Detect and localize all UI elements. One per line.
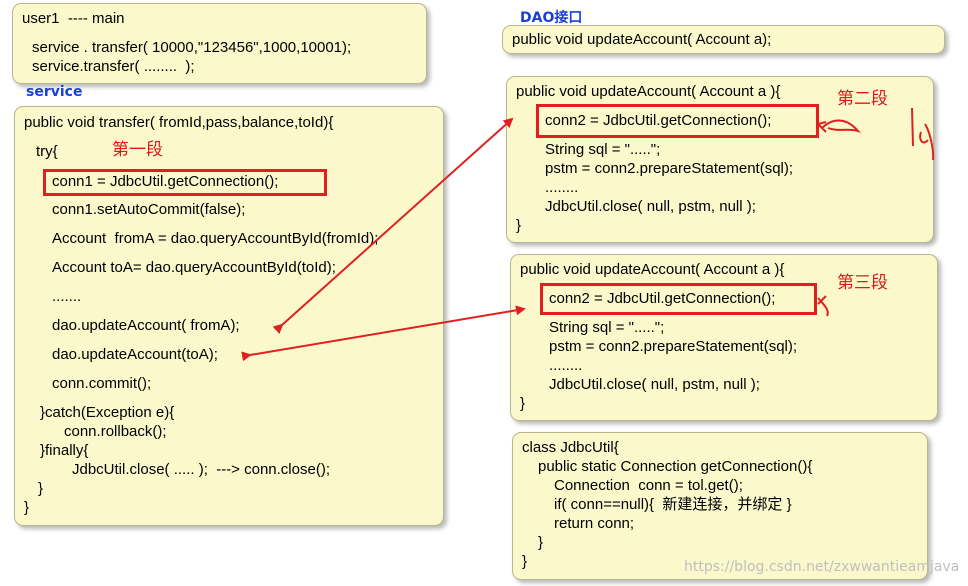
scribble-mark-2 — [911, 107, 935, 161]
scribble-mark-3 — [817, 295, 829, 317]
arrows-overlay — [241, 107, 935, 362]
scribble-mark-1 — [816, 119, 861, 133]
arrow-fromA-to-impl1 — [272, 117, 514, 335]
